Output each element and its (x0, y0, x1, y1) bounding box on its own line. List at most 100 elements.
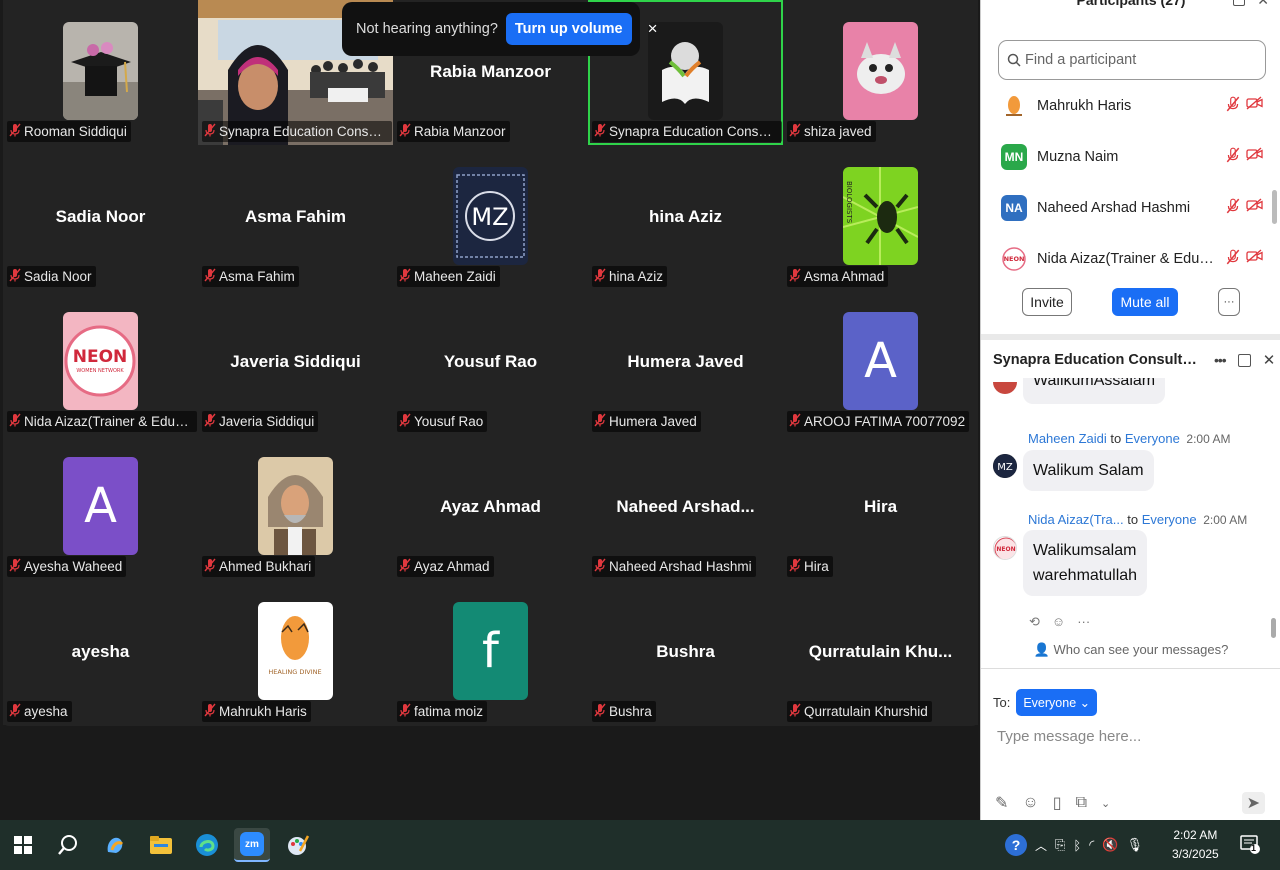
participant-list-name: Mahrukh Haris (1037, 98, 1132, 114)
neon-sub-text: WOMEN NETWORK (76, 368, 124, 374)
popout-chat-icon[interactable] (1237, 353, 1251, 367)
participant-tile[interactable]: MZ Maheen Zaidi (393, 145, 588, 290)
participant-tile[interactable]: HEALING DIVINE Mahrukh Haris (198, 580, 393, 725)
search-icon[interactable] (50, 828, 86, 862)
participant-name-label: Sadia Noor (7, 266, 96, 287)
mic-muted-icon (9, 123, 21, 140)
participant-big-name: Hira (863, 497, 898, 516)
more-actions-icon[interactable]: ··· (1077, 614, 1090, 630)
participant-tile[interactable]: Javeria Siddiqui Javeria Siddiqui (198, 290, 393, 435)
chat-title: Synapra Education Consultancy's... (993, 352, 1198, 368)
participant-row[interactable]: NEON Nida Aizaz(Trainer & Educatio... (1001, 239, 1263, 279)
participant-name-label: Synapra Education Consultancy (202, 121, 392, 142)
close-chat-icon[interactable]: ✕ (1263, 351, 1276, 369)
turn-up-volume-button[interactable]: Turn up volume (505, 13, 632, 45)
wifi-icon[interactable]: ◜ (1089, 837, 1094, 853)
participant-tile[interactable]: Humera Javed Humera Javed (588, 290, 783, 435)
file-explorer-icon[interactable] (143, 828, 179, 862)
message-sender[interactable]: Maheen Zaidi (1028, 431, 1107, 446)
participant-tile[interactable]: Hira Hira (783, 435, 978, 580)
video-off-icon[interactable] (1246, 95, 1263, 117)
windows-taskbar: zm ? ︿ ⎘ ᛒ ◜ 🔇 🎙 2:02 AM 3/3/2025 1 (0, 820, 1280, 870)
participant-tile[interactable]: Yousuf Rao Yousuf Rao (393, 290, 588, 435)
participant-tile[interactable]: Ayaz Ahmad Ayaz Ahmad (393, 435, 588, 580)
chat-scrollbar[interactable] (1271, 618, 1276, 638)
message-input[interactable]: Type message here... (997, 728, 1141, 745)
participant-row[interactable]: Mahrukh Haris (1001, 86, 1263, 126)
more-icon[interactable]: ••• (1214, 352, 1227, 368)
recipient-dropdown[interactable]: Everyone ⌄ (1016, 689, 1098, 716)
participant-name: shiza javed (804, 124, 872, 139)
video-off-icon[interactable] (1246, 248, 1263, 270)
emoji-reaction-icon[interactable]: ☺ (1052, 614, 1065, 630)
mic-muted-icon[interactable] (1226, 96, 1240, 117)
participant-tile[interactable]: hina Aziz hina Aziz (588, 145, 783, 290)
participant-big-name: Qurratulain Khu... (808, 642, 953, 661)
windows-start-icon[interactable] (5, 828, 41, 862)
participant-tile[interactable]: shiza javed (783, 0, 978, 145)
mic-muted-icon (399, 703, 411, 720)
mute-all-button[interactable]: Mute all (1112, 288, 1178, 316)
participant-tile[interactable]: Ahmed Bukhari (198, 435, 393, 580)
participant-tile[interactable]: Rooman Siddiqui (3, 0, 198, 145)
participant-row[interactable]: NA Naheed Arshad Hashmi (1001, 188, 1263, 228)
mic-muted-icon (9, 558, 21, 575)
send-icon[interactable]: ➤ (1241, 792, 1265, 814)
who-can-see-text: Who can see your messages? (1053, 642, 1229, 657)
screenshot-icon[interactable]: ⧉ (1076, 794, 1087, 812)
participant-name: Ahmed Bukhari (219, 559, 312, 574)
popout-icon[interactable] (1233, 0, 1245, 6)
participant-tile[interactable]: Sadia Noor Sadia Noor (3, 145, 198, 290)
microphone-icon[interactable]: 🎙 (1126, 837, 1143, 853)
participant-tile[interactable]: ayesha ayesha (3, 580, 198, 725)
taskbar-clock[interactable]: 2:02 AM 3/3/2025 (1172, 826, 1219, 864)
participant-tile[interactable]: Bushra Bushra (588, 580, 783, 725)
participant-tile[interactable]: NEON WOMEN NETWORK Nida Aizaz(Trainer & Ed… (3, 290, 198, 435)
zoom-app-icon[interactable]: zm (234, 828, 270, 862)
search-icon (1007, 53, 1021, 67)
participant-row[interactable]: MN Muzna Naim (1001, 137, 1263, 177)
participant-search-input[interactable]: Find a participant (998, 40, 1266, 80)
usb-icon[interactable]: ⎘ (1055, 837, 1065, 853)
copilot-icon[interactable] (97, 828, 133, 862)
help-icon[interactable]: ? (1005, 834, 1027, 856)
participant-tile[interactable]: A AROOJ FATIMA 70077092 (783, 290, 978, 435)
who-can-see-link[interactable]: 👤 Who can see your messages? (981, 642, 1280, 658)
video-off-icon[interactable] (1246, 197, 1263, 219)
participant-tile[interactable]: A Ayesha Waheed (3, 435, 198, 580)
close-notification-icon[interactable]: × (648, 19, 658, 39)
close-participants-icon[interactable]: ✕ (1257, 0, 1269, 9)
participant-name-label: Rabia Manzoor (397, 121, 510, 142)
participant-name: Qurratulain Khurshid (804, 704, 928, 719)
volume-muted-icon[interactable]: 🔇 (1102, 837, 1118, 853)
format-icon[interactable]: ✎ (995, 793, 1008, 813)
participant-tile[interactable]: Asma Fahim Asma Fahim (198, 145, 393, 290)
message-sender[interactable]: Nida Aizaz(Tra... (1028, 512, 1124, 527)
chevron-up-icon[interactable]: ︿ (1035, 837, 1047, 854)
edge-browser-icon[interactable] (189, 828, 225, 862)
reply-icon[interactable]: ⟲ (1029, 614, 1040, 630)
video-off-icon[interactable] (1246, 146, 1263, 168)
mic-muted-icon (399, 413, 411, 430)
participant-tile[interactable]: Qurratulain Khu... Qurratulain Khurshid (783, 580, 978, 725)
participant-tile[interactable]: Naheed Arshad... Naheed Arshad Hashmi (588, 435, 783, 580)
mic-muted-icon[interactable] (1226, 198, 1240, 219)
chat-divider (981, 668, 1280, 669)
mic-muted-icon[interactable] (1226, 249, 1240, 270)
mic-muted-icon[interactable] (1226, 147, 1240, 168)
invite-button[interactable]: Invite (1022, 288, 1072, 316)
bluetooth-icon[interactable]: ᛒ (1073, 838, 1081, 853)
chevron-down-icon[interactable]: ⌄ (1101, 797, 1110, 810)
emoji-icon[interactable]: ☺ (1022, 794, 1038, 812)
more-options-button[interactable]: ··· (1218, 288, 1240, 316)
participants-scrollbar[interactable] (1272, 190, 1277, 224)
audio-notification: Not hearing anything? Turn up volume × (342, 2, 658, 56)
to-label: To: (993, 695, 1011, 710)
file-icon[interactable]: ▯ (1053, 793, 1062, 813)
paint-app-icon[interactable] (280, 828, 316, 862)
message-text: Walikum Salam (1033, 462, 1144, 479)
notification-center-icon[interactable]: 1 (1240, 834, 1260, 854)
participant-name: Rabia Manzoor (414, 124, 506, 139)
participant-tile[interactable]: f fatima moiz (393, 580, 588, 725)
participant-tile[interactable]: BIOLOGISTS Asma Ahmad (783, 145, 978, 290)
